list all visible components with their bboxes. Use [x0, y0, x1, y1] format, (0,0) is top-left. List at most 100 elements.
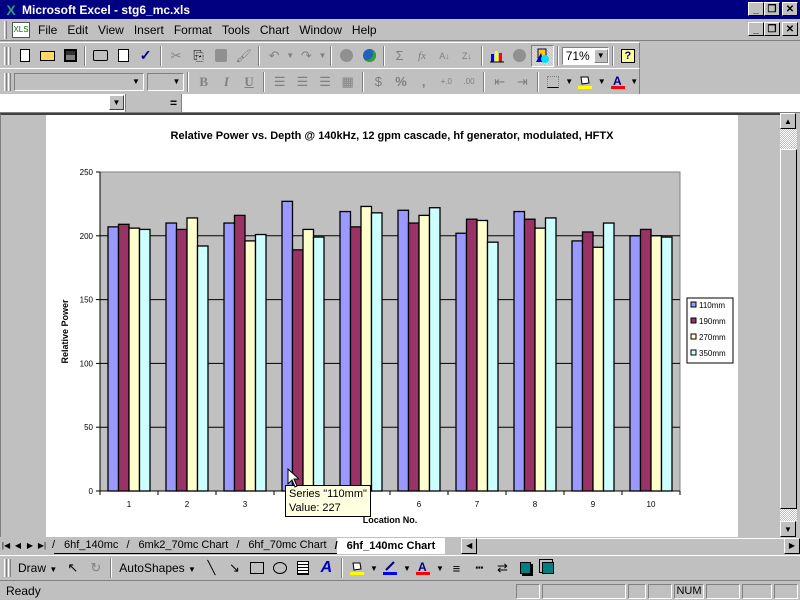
chevron-down-icon[interactable]: ▼	[109, 95, 124, 110]
menu-help[interactable]: Help	[348, 23, 383, 37]
toolbar-grip[interactable]	[8, 559, 11, 577]
arrow-button[interactable]: ↘	[223, 557, 246, 579]
menu-view[interactable]: View	[94, 23, 130, 37]
bar-110mm-loc-8[interactable]	[513, 210, 526, 492]
fill-color-dropdown-arrow[interactable]: ▼	[597, 77, 607, 86]
menu-window[interactable]: Window	[295, 23, 348, 37]
sheet-tab[interactable]: 6hf_70mc Chart	[236, 538, 337, 554]
borders-dropdown-arrow[interactable]: ▼	[564, 77, 574, 86]
edit-formula-button[interactable]: =	[126, 94, 182, 112]
draw-menu-button[interactable]: Draw ▼	[14, 561, 61, 575]
print-preview-button[interactable]	[112, 45, 134, 67]
redo-button[interactable]: ↷	[295, 45, 317, 67]
scroll-up-button[interactable]: ▲	[780, 113, 796, 129]
bar-350mm-loc-9[interactable]	[602, 222, 615, 492]
sheet-tab[interactable]: 6mk2_70mc Chart	[126, 538, 239, 554]
print-button[interactable]	[89, 45, 111, 67]
bar-350mm-loc-8[interactable]	[544, 217, 557, 492]
map-button[interactable]	[509, 45, 531, 67]
menu-format[interactable]: Format	[170, 23, 218, 37]
toolbar-grip[interactable]	[7, 46, 11, 65]
chevron-down-icon[interactable]: ▼	[129, 75, 143, 89]
menu-insert[interactable]: Insert	[130, 23, 170, 37]
arrow-style-button[interactable]: ⇄	[491, 557, 514, 579]
align-center-button[interactable]: ☰	[291, 71, 314, 93]
horizontal-scrollbar[interactable]: ◀ ▶	[461, 537, 800, 554]
bar-110mm-loc-7[interactable]	[455, 232, 468, 492]
draw-font-color-button[interactable]: A	[412, 557, 435, 579]
align-right-button[interactable]: ☰	[314, 71, 337, 93]
zoom-dropdown[interactable]: 71% ▼	[561, 46, 609, 65]
close-button[interactable]: ✕	[782, 2, 798, 16]
bar-270mm-loc-9[interactable]	[592, 246, 605, 492]
scroll-track[interactable]	[780, 509, 797, 521]
bar-110mm-loc-5[interactable]	[339, 210, 352, 492]
bar-190mm-loc-2[interactable]	[175, 228, 188, 492]
scroll-track[interactable]	[477, 537, 784, 554]
merge-center-button[interactable]: ▦	[336, 71, 359, 93]
last-sheet-button[interactable]: ▶|	[36, 538, 48, 553]
bar-350mm-loc-1[interactable]	[138, 228, 151, 492]
increase-indent-button[interactable]: ⇥	[511, 71, 534, 93]
free-rotate-button[interactable]: ↻	[84, 557, 107, 579]
menu-tools[interactable]: Tools	[218, 23, 256, 37]
minimize-button[interactable]: _	[748, 2, 764, 16]
percent-button[interactable]: %	[390, 71, 413, 93]
rectangle-button[interactable]	[246, 557, 269, 579]
menu-file[interactable]: File	[34, 23, 63, 37]
undo-button[interactable]: ↶	[263, 45, 285, 67]
first-sheet-button[interactable]: |◀	[0, 538, 12, 553]
scroll-track[interactable]	[780, 129, 797, 149]
doc-close-button[interactable]: ✕	[782, 22, 798, 36]
comma-button[interactable]: ,	[412, 71, 435, 93]
prev-sheet-button[interactable]: ◀	[12, 538, 24, 553]
toolbar-grip[interactable]	[7, 72, 11, 91]
select-objects-button[interactable]: ↖	[61, 557, 84, 579]
bar-110mm-loc-10[interactable]	[629, 235, 642, 492]
3d-button[interactable]	[537, 557, 560, 579]
bar-350mm-loc-3[interactable]	[254, 233, 267, 492]
underline-button[interactable]: U	[238, 71, 261, 93]
toolbar-grip[interactable]	[4, 72, 7, 91]
wordart-button[interactable]: A	[315, 557, 338, 579]
bar-270mm-loc-1[interactable]	[128, 227, 141, 492]
next-sheet-button[interactable]: ▶	[24, 538, 36, 553]
format-painter-button[interactable]: 🖌	[232, 45, 254, 67]
bar-110mm-loc-1[interactable]	[107, 226, 120, 492]
bar-270mm-loc-4[interactable]	[302, 228, 315, 492]
bar-190mm-loc-1[interactable]	[117, 223, 130, 492]
oval-button[interactable]	[269, 557, 292, 579]
draw-font-color-dropdown-arrow[interactable]: ▼	[435, 564, 445, 573]
decrease-indent-button[interactable]: ⇤	[488, 71, 511, 93]
decrease-decimal-button[interactable]: .00	[458, 71, 481, 93]
bar-350mm-loc-10[interactable]	[660, 236, 673, 492]
chevron-down-icon[interactable]: ▼	[593, 48, 608, 63]
help-button[interactable]: ?	[617, 45, 639, 67]
bar-270mm-loc-2[interactable]	[186, 217, 199, 492]
new-button[interactable]	[14, 45, 36, 67]
chart-wizard-button[interactable]	[486, 45, 508, 67]
open-button[interactable]	[36, 45, 58, 67]
doc-restore-button[interactable]: ❐	[764, 22, 780, 36]
currency-button[interactable]: $	[367, 71, 390, 93]
italic-button[interactable]: I	[215, 71, 238, 93]
bar-270mm-loc-3[interactable]	[244, 240, 257, 492]
line-button[interactable]: ╲	[200, 557, 223, 579]
formula-input[interactable]	[182, 94, 800, 112]
bar-270mm-loc-8[interactable]	[534, 227, 547, 492]
bar-110mm-loc-2[interactable]	[165, 222, 178, 492]
align-left-button[interactable]: ☰	[268, 71, 291, 93]
dash-style-button[interactable]: ┅	[468, 557, 491, 579]
undo-dropdown-arrow[interactable]: ▼	[285, 51, 295, 60]
increase-decimal-button[interactable]: +.0	[435, 71, 458, 93]
bar-110mm-loc-9[interactable]	[571, 240, 584, 492]
autosum-button[interactable]: Σ	[388, 45, 410, 67]
bar-350mm-loc-6[interactable]	[428, 207, 441, 492]
cut-button[interactable]: ✂	[165, 45, 187, 67]
paste-function-button[interactable]: fx	[411, 45, 433, 67]
copy-button[interactable]: ⎘	[187, 45, 209, 67]
bar-190mm-loc-8[interactable]	[523, 218, 536, 492]
document-icon[interactable]: XLS	[12, 21, 30, 38]
scroll-thumb[interactable]	[780, 149, 797, 509]
redo-dropdown-arrow[interactable]: ▼	[318, 51, 328, 60]
